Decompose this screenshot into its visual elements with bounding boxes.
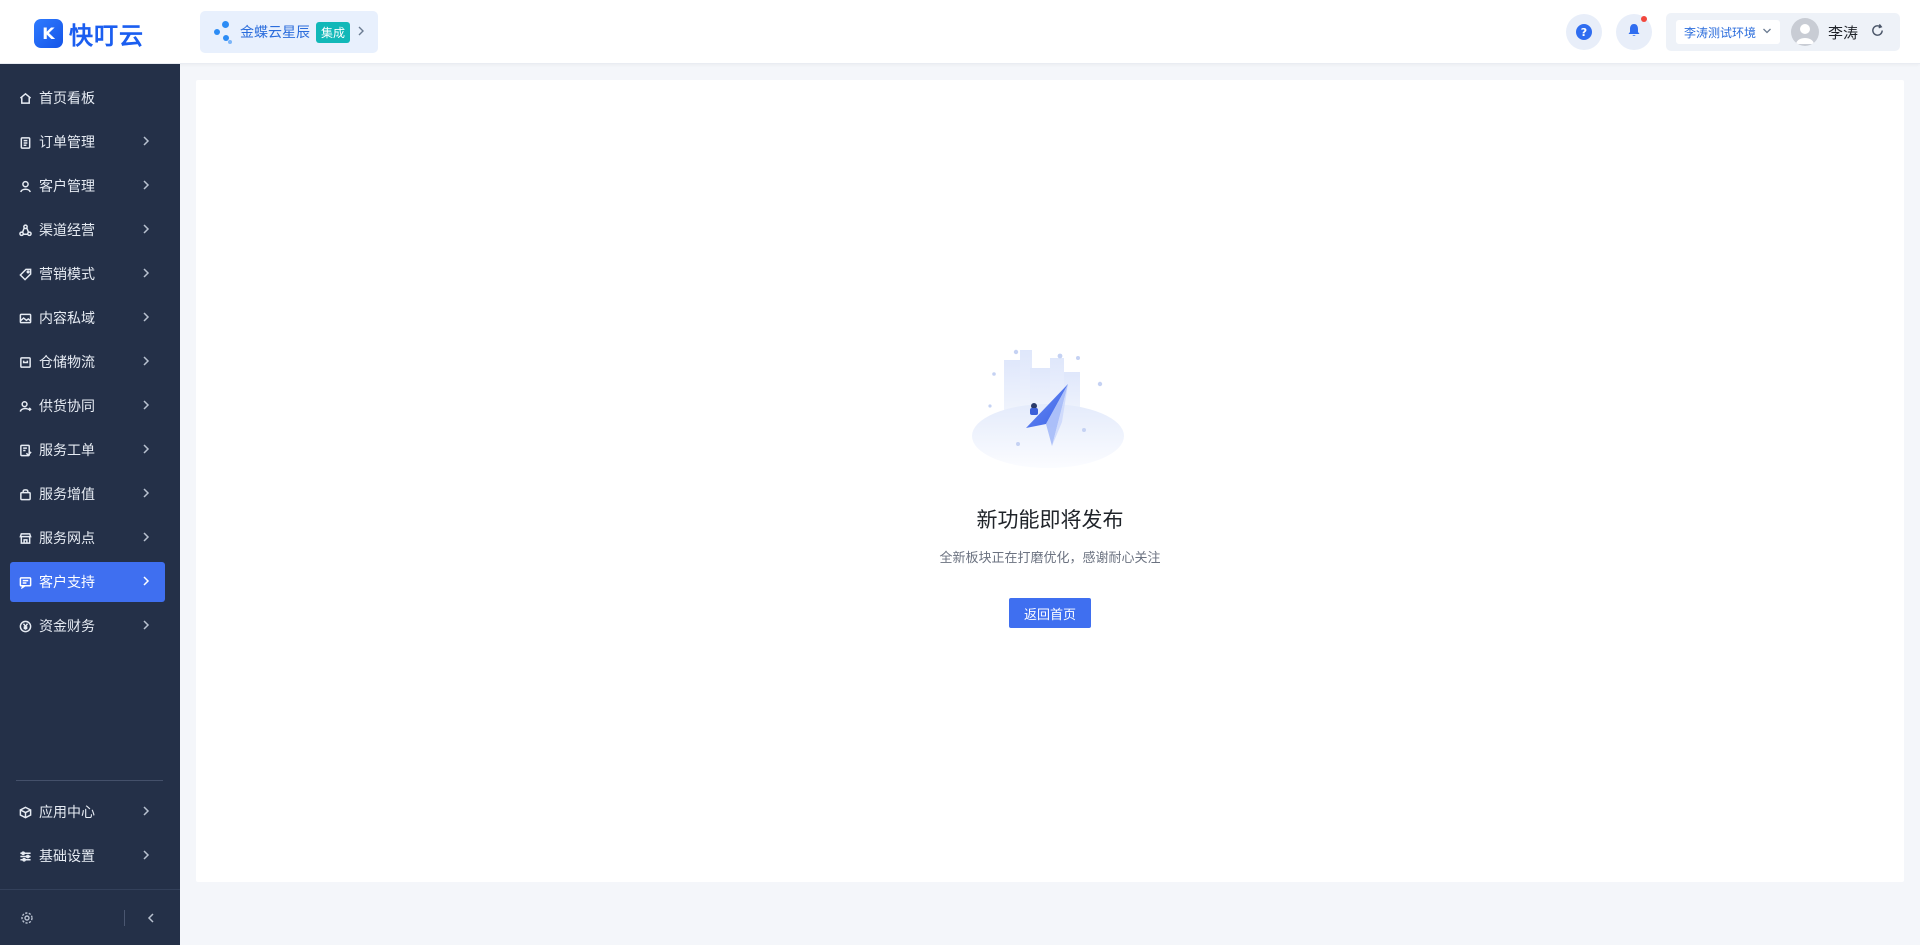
app-root: K 快叮云 金蝶云星辰 集成 ? 李涛测试环境 李涛 首页看板 订单管理 客户管… bbox=[0, 0, 1920, 945]
bag-icon bbox=[16, 485, 34, 503]
user-icon bbox=[16, 177, 34, 195]
sidebar-item-warehouse[interactable]: 仓储物流 bbox=[10, 342, 165, 382]
sidebar-item-label: 应用中心 bbox=[39, 805, 95, 821]
chevron-right-icon bbox=[139, 848, 153, 862]
avatar[interactable] bbox=[1791, 18, 1820, 46]
page-title: 新功能即将发布 bbox=[976, 508, 1124, 532]
sidebar-item-customers[interactable]: 客户管理 bbox=[10, 166, 165, 206]
integration-entry[interactable]: 金蝶云星辰 集成 bbox=[200, 11, 378, 53]
share-icon bbox=[16, 221, 34, 239]
chevron-right-icon bbox=[356, 24, 366, 40]
sidebar-item-customer-support[interactable]: 客户支持 bbox=[10, 562, 165, 602]
integration-dots-icon bbox=[214, 19, 234, 45]
coming-soon-illustration bbox=[972, 349, 1124, 468]
image-icon bbox=[16, 309, 34, 327]
sidebar-item-label: 服务网点 bbox=[39, 531, 95, 547]
top-header: K 快叮云 金蝶云星辰 集成 ? 李涛测试环境 李涛 bbox=[0, 0, 1920, 64]
box-icon bbox=[16, 353, 34, 371]
chevron-right-icon bbox=[139, 530, 153, 544]
collapse-sidebar-icon[interactable] bbox=[144, 910, 160, 926]
sidebar-item-label: 服务工单 bbox=[39, 443, 95, 459]
chevron-right-icon bbox=[139, 574, 153, 588]
cube-icon bbox=[16, 803, 34, 821]
store-icon bbox=[16, 529, 34, 547]
sidebar-item-marketing[interactable]: 营销模式 bbox=[10, 254, 165, 294]
sidebar-item-label: 基础设置 bbox=[39, 849, 95, 865]
tag-icon bbox=[16, 265, 34, 283]
sidebar-item-label: 仓储物流 bbox=[39, 355, 95, 371]
sidebar-item-orders[interactable]: 订单管理 bbox=[10, 122, 165, 162]
sidebar-item-outlets[interactable]: 服务网点 bbox=[10, 518, 165, 558]
logo[interactable]: K 快叮云 bbox=[34, 16, 144, 51]
environment-select[interactable]: 李涛测试环境 bbox=[1676, 20, 1781, 44]
sidebar-item-label: 订单管理 bbox=[39, 135, 95, 151]
bell-icon bbox=[1626, 22, 1642, 42]
sidebar-item-supply[interactable]: 供货协同 bbox=[10, 386, 165, 426]
logo-mark-icon: K bbox=[34, 19, 63, 48]
sidebar-item-dashboard[interactable]: 首页看板 bbox=[10, 78, 165, 118]
integration-badge: 集成 bbox=[316, 21, 351, 43]
refresh-icon[interactable] bbox=[1870, 23, 1885, 42]
sidebar-item-content[interactable]: 内容私域 bbox=[10, 298, 165, 338]
sidebar-item-label: 客户管理 bbox=[39, 179, 95, 195]
work-order-icon bbox=[16, 441, 34, 459]
sidebar-item-settings[interactable]: 基础设置 bbox=[10, 836, 165, 876]
chevron-right-icon bbox=[139, 266, 153, 280]
sidebar-item-label: 资金财务 bbox=[39, 619, 95, 635]
sidebar-item-label: 渠道经营 bbox=[39, 223, 95, 239]
user-panel: 李涛测试环境 李涛 bbox=[1666, 13, 1900, 51]
sidebar-item-label: 客户支持 bbox=[39, 575, 95, 591]
chevron-right-icon bbox=[139, 618, 153, 632]
sidebar-item-app-center[interactable]: 应用中心 bbox=[10, 792, 165, 832]
notification-button[interactable] bbox=[1616, 14, 1652, 50]
gear-icon[interactable] bbox=[20, 910, 36, 926]
help-button[interactable]: ? bbox=[1566, 14, 1602, 50]
yuan-icon bbox=[16, 617, 34, 635]
page-subtitle: 全新板块正在打磨优化，感谢耐心关注 bbox=[939, 551, 1161, 566]
sidebar-item-channels[interactable]: 渠道经营 bbox=[10, 210, 165, 250]
question-icon: ? bbox=[1576, 24, 1592, 40]
user-name[interactable]: 李涛 bbox=[1828, 22, 1858, 43]
integration-label: 金蝶云星辰 bbox=[240, 25, 310, 41]
environment-value: 李涛测试环境 bbox=[1684, 25, 1757, 40]
chevron-right-icon bbox=[139, 804, 153, 818]
back-home-button[interactable]: 返回首页 bbox=[1009, 598, 1091, 628]
sidebar: 首页看板 订单管理 客户管理 渠道经营 营销模式 内容私域 仓储物流 供货协同 … bbox=[0, 64, 180, 945]
chevron-right-icon bbox=[139, 178, 153, 192]
sidebar-footer-divider bbox=[0, 889, 180, 890]
supplier-icon bbox=[16, 397, 34, 415]
home-icon bbox=[16, 89, 34, 107]
chevron-down-icon bbox=[1762, 26, 1772, 39]
chevron-right-icon bbox=[139, 442, 153, 456]
chevron-right-icon bbox=[139, 222, 153, 236]
sidebar-item-label: 内容私域 bbox=[39, 311, 95, 327]
settings-icon bbox=[16, 847, 34, 865]
sidebar-item-value-added[interactable]: 服务增值 bbox=[10, 474, 165, 514]
chevron-right-icon bbox=[139, 486, 153, 500]
main-content: 新功能即将发布 全新板块正在打磨优化，感谢耐心关注 返回首页 bbox=[196, 80, 1904, 882]
logo-text: 快叮云 bbox=[69, 22, 144, 50]
clipboard-icon bbox=[16, 133, 34, 151]
chevron-right-icon bbox=[139, 310, 153, 324]
sidebar-item-label: 服务增值 bbox=[39, 487, 95, 503]
notification-dot bbox=[1641, 16, 1647, 22]
footer-separator bbox=[124, 910, 125, 926]
sidebar-item-work-orders[interactable]: 服务工单 bbox=[10, 430, 165, 470]
sidebar-item-label: 首页看板 bbox=[39, 91, 95, 107]
chevron-right-icon bbox=[139, 354, 153, 368]
sidebar-item-label: 营销模式 bbox=[39, 267, 95, 283]
sidebar-item-label: 供货协同 bbox=[39, 399, 95, 415]
sidebar-divider bbox=[16, 780, 163, 781]
support-icon bbox=[16, 573, 34, 591]
sidebar-item-finance[interactable]: 资金财务 bbox=[10, 606, 165, 646]
chevron-right-icon bbox=[139, 398, 153, 412]
chevron-right-icon bbox=[139, 134, 153, 148]
